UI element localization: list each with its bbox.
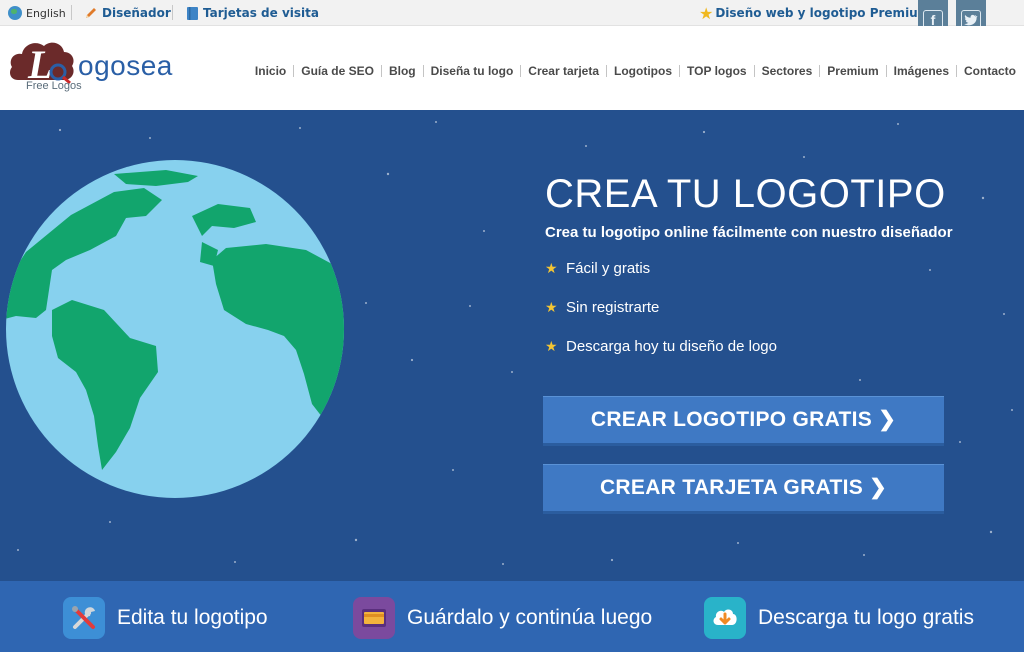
- bullet-text: Fácil y gratis: [566, 260, 651, 277]
- star-icon: ★: [545, 338, 558, 354]
- hero-subtitle: Crea tu logotipo online fácilmente con n…: [545, 224, 953, 241]
- main-nav: Inicio Guía de SEO Blog Diseña tu logo C…: [248, 64, 1016, 78]
- star-icon: ★: [545, 299, 558, 315]
- features-strip: Edita tu logotipo Guárdalo y continúa lu…: [0, 581, 1024, 652]
- nav-item-blog[interactable]: Blog: [382, 64, 423, 78]
- save-card-icon: [353, 597, 395, 639]
- bullet-text: Sin registrarte: [566, 299, 660, 316]
- logo-letter: L: [27, 42, 52, 84]
- premium-label: Diseño web y logotipo Premium: [715, 6, 931, 20]
- feature-edit-logo: Edita tu logotipo: [63, 597, 268, 639]
- feature-label: Edita tu logotipo: [117, 606, 268, 629]
- divider: [71, 5, 72, 20]
- star-icon: ★: [699, 3, 714, 23]
- logo-tagline: Free Logos: [26, 80, 82, 92]
- top-utility-bar: English Diseñador Tarjetas de visita ★ D…: [0, 0, 1024, 40]
- hero-bullet: ★ Fácil y gratis: [545, 260, 650, 277]
- business-cards-label: Tarjetas de visita: [203, 6, 319, 20]
- nav-item-disena-logo[interactable]: Diseña tu logo: [424, 64, 521, 78]
- feature-label: Descarga tu logo gratis: [758, 606, 974, 629]
- logo-wordmark: ogosea: [78, 50, 173, 81]
- nav-item-crear-tarjeta[interactable]: Crear tarjeta: [521, 64, 606, 78]
- hero-bullet: ★ Descarga hoy tu diseño de logo: [545, 338, 777, 355]
- hero-section: CREA TU LOGOTIPO Crea tu logotipo online…: [0, 110, 1024, 581]
- nav-item-inicio[interactable]: Inicio: [248, 64, 293, 78]
- language-label: English: [26, 6, 66, 20]
- book-icon: [187, 6, 198, 20]
- nav-item-logotipos[interactable]: Logotipos: [607, 64, 679, 78]
- cloud-download-icon: [704, 597, 746, 639]
- star-icon: ★: [545, 260, 558, 276]
- business-cards-link[interactable]: Tarjetas de visita: [186, 4, 319, 22]
- designer-link[interactable]: Diseñador: [84, 4, 171, 22]
- create-logo-button[interactable]: CREAR LOGOTIPO GRATIS ❯: [543, 396, 944, 446]
- nav-item-top-logos[interactable]: TOP logos: [680, 64, 754, 78]
- create-card-button[interactable]: CREAR TARJETA GRATIS ❯: [543, 464, 944, 514]
- nav-item-imagenes[interactable]: Imágenes: [887, 64, 956, 78]
- bird-icon: [964, 14, 978, 26]
- nav-item-premium[interactable]: Premium: [820, 64, 885, 78]
- site-header: L ogosea Free Logos Inicio Guía de SEO B…: [0, 26, 1024, 110]
- nav-item-guia-seo[interactable]: Guía de SEO: [294, 64, 381, 78]
- globe-icon: [8, 6, 22, 20]
- hero-title: CREA TU LOGOTIPO: [545, 172, 946, 216]
- language-link[interactable]: English: [8, 4, 66, 22]
- feature-label: Guárdalo y continúa luego: [407, 606, 653, 629]
- bullet-text: Descarga hoy tu diseño de logo: [566, 338, 777, 355]
- tools-icon: [63, 597, 105, 639]
- earth-globe-illustration: [6, 160, 344, 498]
- nav-item-contacto[interactable]: Contacto: [957, 64, 1016, 78]
- logo-cloud-icon: L: [10, 42, 74, 84]
- nav-item-sectores[interactable]: Sectores: [755, 64, 820, 78]
- feature-download-logo: Descarga tu logo gratis: [704, 597, 974, 639]
- designer-label: Diseñador: [102, 6, 171, 20]
- hero-bullet: ★ Sin registrarte: [545, 299, 659, 316]
- pencil-icon: [86, 8, 96, 18]
- premium-link[interactable]: ★ Diseño web y logotipo Premium: [699, 3, 931, 23]
- divider: [172, 5, 173, 20]
- site-logo[interactable]: L ogosea Free Logos: [8, 36, 198, 100]
- feature-save-continue: Guárdalo y continúa luego: [353, 597, 652, 639]
